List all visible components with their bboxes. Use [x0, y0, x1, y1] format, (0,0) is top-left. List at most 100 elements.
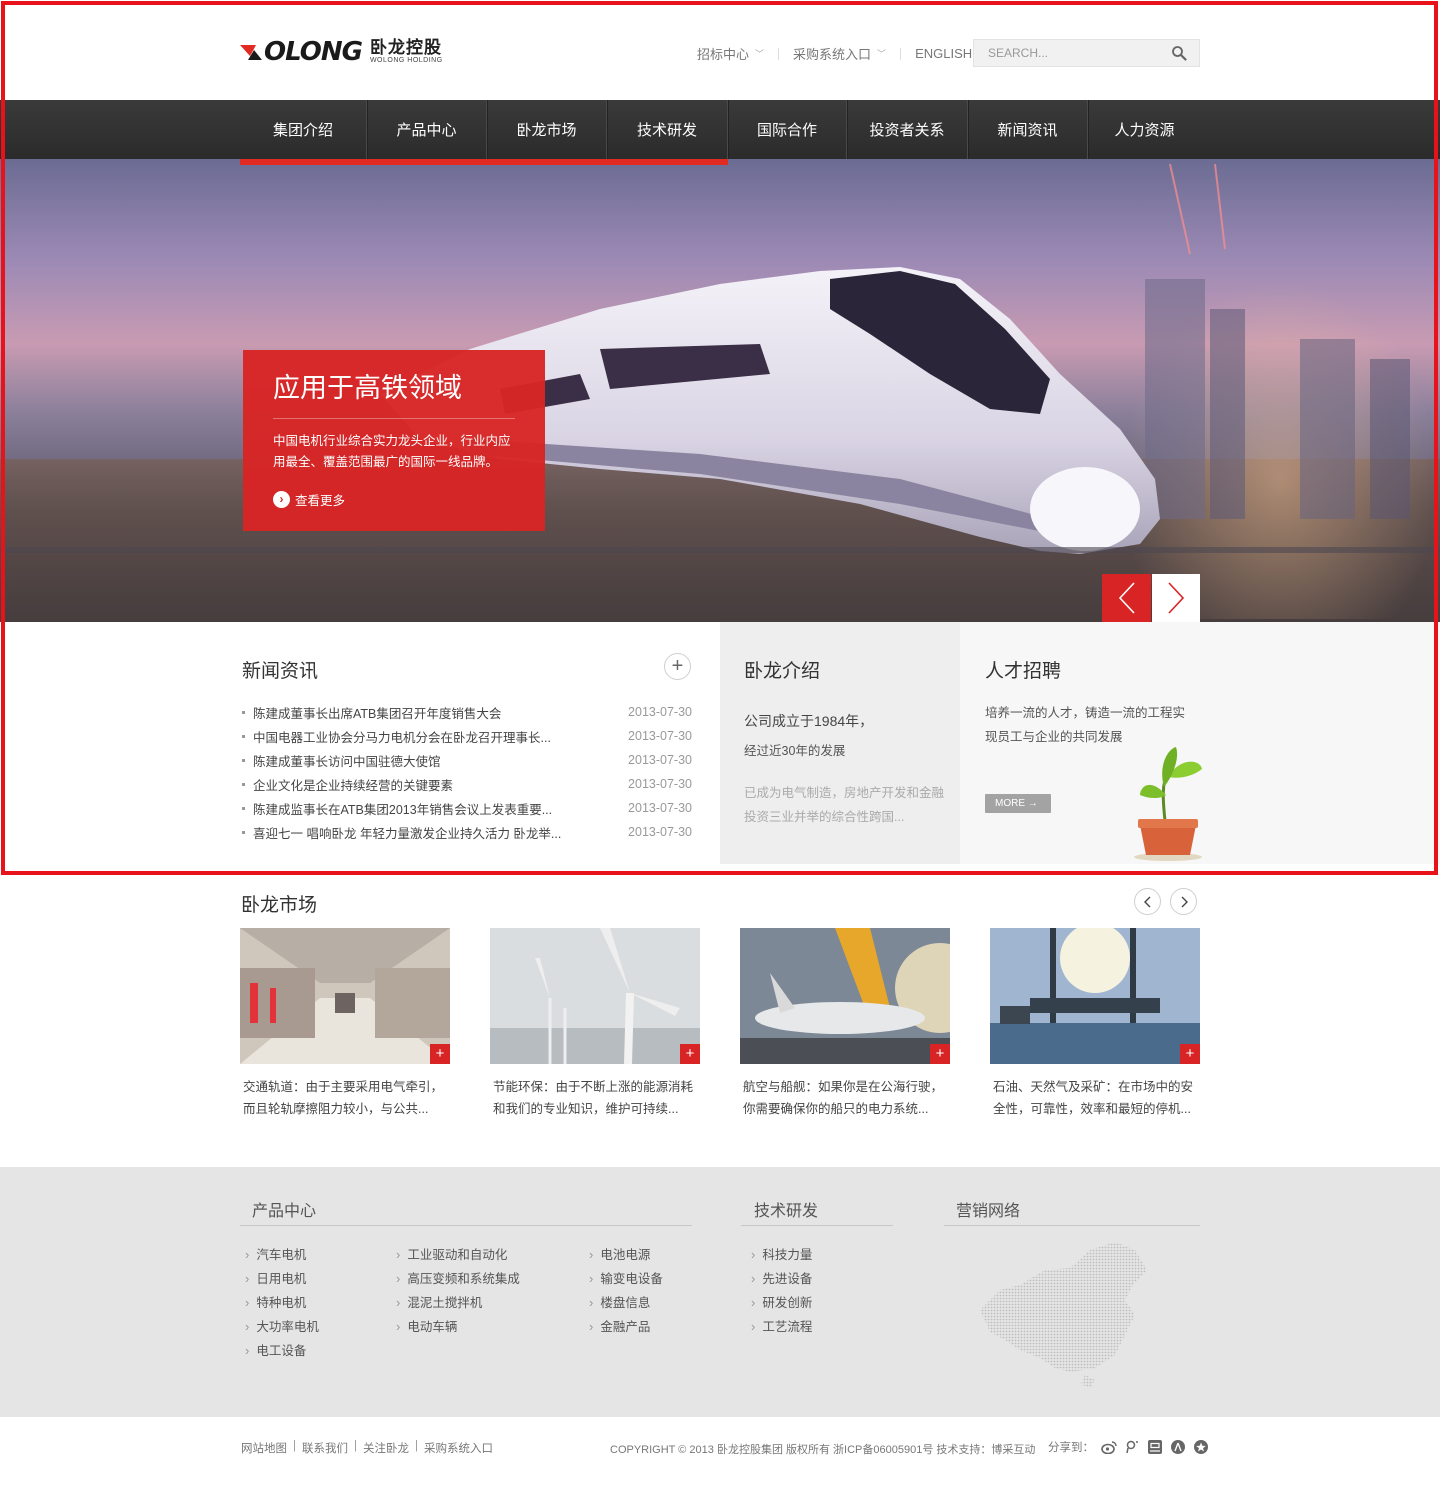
procurement-link[interactable]: 采购系统入口	[424, 1440, 493, 1456]
news-item-date: 2013-07-30	[628, 753, 692, 767]
tencent-weibo-icon[interactable]	[1124, 1439, 1140, 1455]
footer-link[interactable]: 科技力量	[751, 1244, 812, 1263]
china-map-image[interactable]	[975, 1240, 1155, 1390]
top-link-bidding[interactable]: 招标中心 ﹀	[697, 44, 764, 63]
banner-text: 中国电机行业综合实力龙头企业，行业内应用最全、覆盖范围最广的国际一线品牌。	[273, 434, 511, 469]
market-card-text: 节能环保：由于不断上涨的能源消耗和我们的专业知识，维护可持续...	[493, 1080, 694, 1116]
card-image-subway[interactable]: +	[240, 928, 450, 1064]
news-item-title: 企业文化是企业持续经营的关键要素	[253, 778, 454, 793]
nav-active-indicator	[240, 159, 728, 165]
footer: 产品中心 汽车电机 日用电机 特种电机 大功率电机 电工设备 工业驱动和自动化 …	[0, 1167, 1440, 1417]
footer-link[interactable]: 电池电源	[589, 1244, 650, 1263]
plus-icon: +	[671, 655, 684, 677]
banner-more-link[interactable]: › 查看更多	[273, 490, 515, 509]
divider: |	[415, 1440, 418, 1452]
nav-item-news[interactable]: 新闻资讯	[968, 100, 1088, 159]
plus-icon: +	[430, 1044, 450, 1064]
footer-link[interactable]: 研发创新	[751, 1292, 812, 1311]
news-item[interactable]: 企业文化是企业持续经营的关键要素 2013-07-30	[240, 772, 692, 796]
footer-link[interactable]: 日用电机	[245, 1268, 306, 1287]
nav-item-market[interactable]: 卧龙市场	[487, 100, 607, 159]
top-link-english[interactable]: ENGLISH	[915, 46, 972, 61]
logo[interactable]: OLONG 卧龙控股 WOLONG HOLDING	[240, 38, 443, 66]
footer-link[interactable]: 特种电机	[245, 1292, 306, 1311]
bullet-icon	[242, 758, 245, 762]
news-item[interactable]: 陈建成董事长出席ATB集团召开年度销售大会 2013-07-30	[240, 700, 692, 724]
follow-link[interactable]: 关注卧龙	[363, 1440, 409, 1456]
about-lead-2: 经过近30年的发展	[744, 744, 846, 758]
market-card-oil-gas: + 石油、天然气及采矿：在市场中的安全性，可靠性，效率和最短的停机...	[990, 928, 1200, 1120]
top-link-label: 招标中心	[697, 47, 750, 62]
about-text: 已成为电气制造，房地产开发和金融投资三业并举的综合性跨国...	[744, 786, 945, 824]
renren-icon[interactable]	[1170, 1439, 1186, 1455]
share-bar: 分享到：	[1048, 1439, 1209, 1455]
nav-item-investors[interactable]: 投资者关系	[847, 100, 968, 159]
top-link-procurement[interactable]: 采购系统入口 ﹀	[793, 44, 886, 63]
jobs-more-button[interactable]: MORE →	[985, 794, 1051, 813]
market-card-text: 石油、天然气及采矿：在市场中的安全性，可靠性，效率和最短的停机...	[993, 1080, 1194, 1116]
banner-next-button[interactable]	[1152, 574, 1200, 622]
footer-link[interactable]: 汽车电机	[245, 1244, 306, 1263]
market-card-text: 航空与船舰：如果你是在公海行驶，你需要确保你的船只的电力系统...	[743, 1080, 944, 1116]
news-item[interactable]: 陈建成监事长在ATB集团2013年销售会议上发表重要... 2013-07-30	[240, 796, 692, 820]
plus-icon: +	[680, 1044, 700, 1064]
news-item-title: 喜迎七一 唱响卧龙 年轻力量激发企业持久活力 卧龙举...	[253, 826, 562, 841]
footer-link[interactable]: 先进设备	[751, 1268, 812, 1287]
market-prev-button[interactable]	[1134, 888, 1161, 915]
card-image-airplane[interactable]: +	[740, 928, 950, 1064]
search-input[interactable]	[974, 40, 1164, 66]
market-card-text: 交通轨道：由于主要采用电气牵引，而且轮轨摩擦阻力较小，与公共...	[243, 1080, 444, 1116]
news-item-title: 陈建成董事长出席ATB集团召开年度销售大会	[253, 706, 502, 721]
news-item-title: 陈建成董事长访问中国驻德大使馆	[253, 754, 441, 769]
footer-link[interactable]: 大功率电机	[245, 1316, 319, 1335]
search-icon	[1172, 46, 1187, 61]
market-title: 卧龙市场	[241, 895, 318, 916]
qzone-icon[interactable]	[1193, 1439, 1209, 1455]
chevron-right-icon	[1181, 896, 1188, 907]
logo-chinese-name: 卧龙控股	[369, 38, 442, 57]
banner-prev-button[interactable]	[1102, 574, 1151, 622]
nav-item-group-intro[interactable]: 集团介绍	[240, 100, 367, 159]
footer-link[interactable]: 输变电设备	[589, 1268, 663, 1287]
chevron-right-icon: ›	[273, 491, 290, 508]
footer-link[interactable]: 楼盘信息	[589, 1292, 650, 1311]
footer-link[interactable]: 电工设备	[245, 1340, 306, 1359]
plus-icon: +	[930, 1044, 950, 1064]
bottom-links: 网站地图 | 联系我们 | 关注卧龙 | 采购系统入口	[241, 1440, 493, 1456]
contact-link[interactable]: 联系我们	[302, 1440, 348, 1456]
logo-wordmark: OLONG	[264, 37, 363, 67]
logo-mark-icon	[240, 42, 262, 62]
news-item-date: 2013-07-30	[628, 729, 692, 743]
market-next-button[interactable]	[1170, 888, 1197, 915]
banner-title: 应用于高铁领域	[273, 370, 515, 419]
news-item[interactable]: 陈建成董事长访问中国驻德大使馆 2013-07-30	[240, 748, 692, 772]
nav-item-products[interactable]: 产品中心	[367, 100, 487, 159]
news-more-button[interactable]: +	[664, 653, 691, 680]
news-item-title: 陈建成监事长在ATB集团2013年销售会议上发表重要...	[253, 802, 553, 817]
news-item[interactable]: 中国电器工业协会分马力电机分会在卧龙召开理事长... 2013-07-30	[240, 724, 692, 748]
hero-banner: 应用于高铁领域 中国电机行业综合实力龙头企业，行业内应用最全、覆盖范围最广的国际…	[0, 159, 1440, 622]
nav-item-international[interactable]: 国际合作	[728, 100, 847, 159]
footer-link[interactable]: 工艺流程	[751, 1316, 812, 1335]
sitemap-link[interactable]: 网站地图	[241, 1440, 287, 1456]
top-link-label: 采购系统入口	[793, 47, 872, 62]
card-image-wind-turbines[interactable]: +	[490, 928, 700, 1064]
nav-item-hr[interactable]: 人力资源	[1088, 100, 1201, 159]
bullet-icon	[242, 734, 245, 738]
weibo-icon[interactable]	[1101, 1439, 1117, 1455]
footer-link[interactable]: 电动车辆	[396, 1316, 457, 1335]
chevron-down-icon: ﹀	[755, 49, 765, 59]
nav-item-rd[interactable]: 技术研发	[607, 100, 728, 159]
news-item[interactable]: 喜迎七一 唱响卧龙 年轻力量激发企业持久活力 卧龙举... 2013-07-30	[240, 820, 692, 844]
footer-link[interactable]: 工业驱动和自动化	[396, 1244, 507, 1263]
footer-link[interactable]: 高压变频和系统集成	[396, 1268, 520, 1287]
copyright-text: COPYRIGHT © 2013 卧龙控股集团 版权所有 浙ICP备060059…	[610, 1444, 1036, 1456]
banner-more-label: 查看更多	[295, 494, 346, 508]
footer-link[interactable]: 混泥土搅拌机	[396, 1292, 482, 1311]
about-panel[interactable]: 卧龙介绍 公司成立于1984年， 经过近30年的发展 已成为电气制造，房地产开发…	[720, 622, 960, 864]
news-item-date: 2013-07-30	[628, 801, 692, 815]
card-image-oil-rig[interactable]: +	[990, 928, 1200, 1064]
search-button[interactable]	[1164, 40, 1194, 66]
douban-icon[interactable]	[1147, 1439, 1163, 1455]
footer-link[interactable]: 金融产品	[589, 1316, 650, 1335]
